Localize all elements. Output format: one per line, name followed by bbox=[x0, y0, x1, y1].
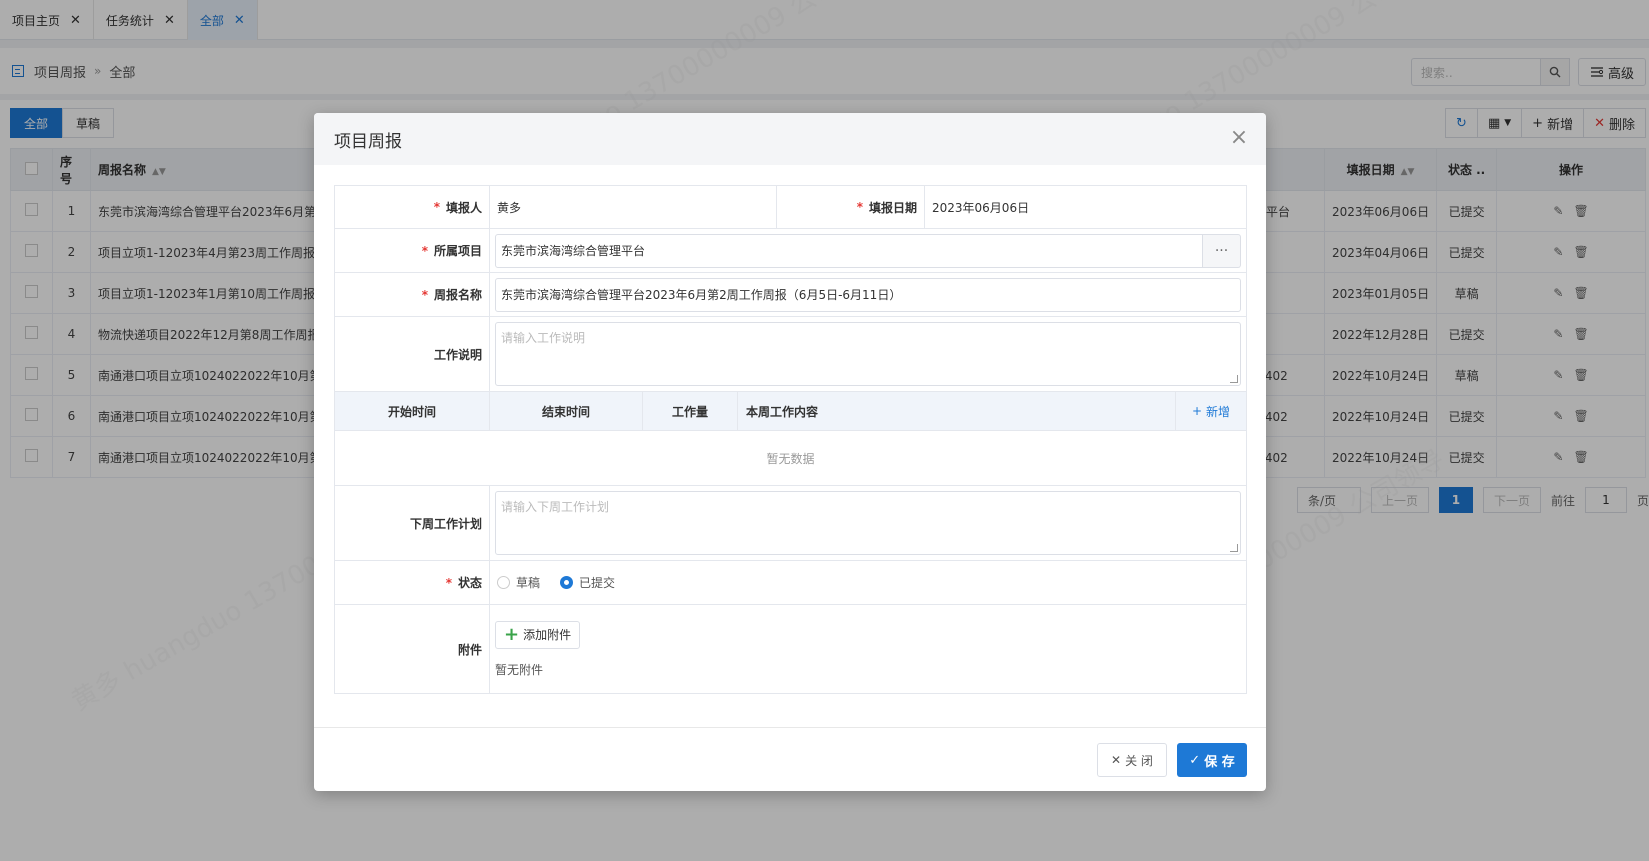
close-button[interactable]: ✕ 关 闭 bbox=[1097, 743, 1167, 777]
status-draft-radio[interactable]: 草稿 bbox=[497, 574, 540, 591]
form-row-attachment: 附件 + 添加附件 暂无附件 bbox=[335, 605, 1247, 694]
status-cell: 草稿 已提交 bbox=[490, 561, 1247, 604]
close-label: 关 闭 bbox=[1125, 753, 1153, 768]
form-row-name: * 周报名称 东莞市滨海湾综合管理平台2023年6月第2周工作周报（6月5日-6月… bbox=[335, 273, 1247, 317]
form-row-status: * 状态 草稿 已提交 bbox=[335, 561, 1247, 605]
close-icon: ✕ bbox=[1111, 753, 1122, 767]
plus-icon: + bbox=[504, 623, 520, 645]
report-name-field[interactable]: 东莞市滨海湾综合管理平台2023年6月第2周工作周报（6月5日-6月11日） bbox=[495, 277, 1241, 312]
report-date-value: 2023年06月06日 bbox=[932, 200, 1030, 215]
form-row-reporter: * 填报人 黄多 * 填报日期 2023年06月06日 bbox=[335, 186, 1247, 229]
reporter-cell: 黄多 bbox=[490, 186, 777, 228]
project-field[interactable]: 东莞市滨海湾综合管理平台 bbox=[495, 233, 1203, 268]
dialog-title: 项目周报 bbox=[334, 131, 402, 152]
reporter-label: * 填报人 bbox=[335, 186, 490, 228]
attachment-cell: + 添加附件 暂无附件 bbox=[490, 605, 1247, 693]
col-start-time: 开始时间 bbox=[335, 392, 490, 430]
reporter-value: 黄多 bbox=[497, 200, 522, 215]
status-label: * 状态 bbox=[335, 561, 490, 604]
save-label: 保 存 bbox=[1204, 754, 1235, 770]
form-row-next-plan: 下周工作计划 请输入下周工作计划 bbox=[335, 486, 1247, 561]
work-description-textarea[interactable]: 请输入工作说明 bbox=[495, 322, 1241, 386]
next-plan-cell: 请输入下周工作计划 bbox=[490, 486, 1247, 560]
project-cell: 东莞市滨海湾综合管理平台 ··· bbox=[490, 229, 1247, 272]
add-attachment-label: 添加附件 bbox=[523, 628, 572, 642]
work-table-empty: 暂无数据 bbox=[335, 431, 1247, 486]
report-name-cell: 东莞市滨海湾综合管理平台2023年6月第2周工作周报（6月5日-6月11日） bbox=[490, 273, 1247, 316]
status-submitted-radio[interactable]: 已提交 bbox=[560, 574, 615, 591]
attachment-label: 附件 bbox=[335, 605, 490, 693]
report-form: * 填报人 黄多 * 填报日期 2023年06月06日 * 所属项目 东莞市滨海湾综合… bbox=[334, 185, 1247, 694]
dialog-header: 项目周报 × bbox=[314, 113, 1266, 165]
radio-label: 草稿 bbox=[516, 576, 541, 590]
col-workload: 工作量 bbox=[643, 392, 738, 430]
check-icon: ✓ bbox=[1189, 752, 1201, 768]
save-button[interactable]: ✓ 保 存 bbox=[1177, 743, 1247, 777]
next-plan-textarea[interactable]: 请输入下周工作计划 bbox=[495, 491, 1241, 555]
project-label: * 所属项目 bbox=[335, 229, 490, 272]
add-work-label: 新增 bbox=[1206, 404, 1231, 419]
close-icon[interactable]: × bbox=[1228, 127, 1250, 150]
radio-icon bbox=[497, 576, 510, 589]
work-description-label: 工作说明 bbox=[335, 317, 490, 391]
col-content: 本周工作内容 bbox=[738, 392, 1176, 430]
form-row-description: 工作说明 请输入工作说明 bbox=[335, 317, 1247, 392]
work-description-cell: 请输入工作说明 bbox=[490, 317, 1247, 391]
report-name-label: * 周报名称 bbox=[335, 273, 490, 316]
col-end-time: 结束时间 bbox=[490, 392, 643, 430]
attachment-empty-text: 暂无附件 bbox=[495, 662, 544, 677]
weekly-report-dialog: 项目周报 × * 填报人 黄多 * 填报日期 2023年06月06日 * 所属项目 东… bbox=[314, 113, 1266, 791]
dialog-footer: ✕ 关 闭 ✓ 保 存 bbox=[314, 727, 1266, 791]
form-row-project: * 所属项目 东莞市滨海湾综合管理平台 ··· bbox=[335, 229, 1247, 273]
next-plan-label: 下周工作计划 bbox=[335, 486, 490, 560]
add-work-row-button[interactable]: + 新增 bbox=[1176, 392, 1247, 430]
work-table-header: 开始时间 结束时间 工作量 本周工作内容 + 新增 bbox=[335, 392, 1247, 431]
radio-label: 已提交 bbox=[579, 576, 616, 590]
report-date-label: * 填报日期 bbox=[777, 186, 925, 228]
add-attachment-button[interactable]: + 添加附件 bbox=[495, 620, 581, 649]
plus-icon: + bbox=[1191, 404, 1203, 418]
radio-selected-icon bbox=[560, 576, 574, 589]
project-picker-button[interactable]: ··· bbox=[1203, 233, 1241, 268]
report-date-cell: 2023年06月06日 bbox=[925, 186, 1247, 228]
